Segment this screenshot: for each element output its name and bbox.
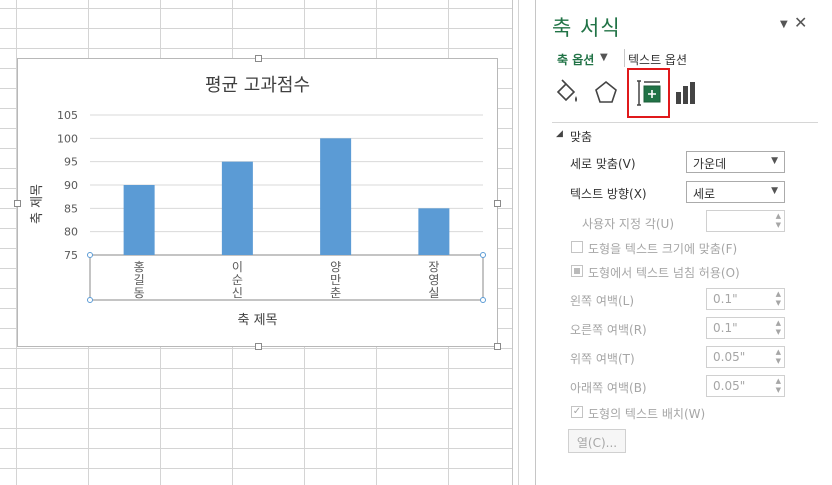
collapse-triangle-icon[interactable]: ◢ [556, 129, 563, 139]
allow-overflow-label: 도형에서 텍스트 넘침 허용(O) [588, 266, 740, 280]
columns-button[interactable]: 열(C)... [568, 429, 626, 453]
effects-pentagon-icon[interactable] [591, 78, 621, 108]
chevron-down-icon: ▼ [771, 156, 778, 166]
left-margin-value: 0.1" [713, 292, 738, 306]
text-direction-select[interactable]: 세로 ▼ [686, 181, 785, 203]
axis-selection-handle [480, 252, 486, 258]
bar[interactable] [221, 161, 253, 255]
section-title-alignment[interactable]: 맞춤 [570, 128, 592, 145]
axis-selection-handle [87, 252, 93, 258]
spinner-arrows-icon[interactable]: ▲ ▼ [776, 319, 781, 337]
x-tick-label: 이순신 [232, 260, 243, 300]
right-margin-value: 0.1" [713, 321, 738, 335]
bar[interactable] [418, 208, 450, 255]
y-tick-label: 100 [57, 132, 78, 145]
pane-splitter[interactable] [512, 0, 536, 485]
custom-angle-input[interactable]: ▲ ▼ [706, 210, 785, 232]
left-margin-input[interactable]: 0.1" ▲ ▼ [706, 288, 785, 310]
section-divider [552, 122, 818, 123]
vertical-align-label: 세로 맞춤(V) [570, 157, 636, 171]
resize-shape-label: 도형을 텍스트 크기에 맞춤(F) [588, 242, 738, 256]
top-margin-input[interactable]: 0.05" ▲ ▼ [706, 346, 785, 368]
bottom-margin-label: 아래쪽 여백(B) [570, 381, 647, 395]
bar[interactable] [320, 138, 352, 255]
custom-angle-label: 사용자 지정 각(U) [582, 217, 675, 231]
fill-line-icon[interactable] [552, 78, 582, 108]
chevron-down-icon[interactable]: ▼ [600, 52, 608, 63]
category-axis-selection [89, 254, 484, 301]
y-tick-label: 95 [64, 156, 78, 169]
chart-area[interactable]: 평균 고과점수 축 제목 축 제목 75 80 85 90 95 100 105 홍 길 동 이 순 신… [14, 55, 501, 350]
spinner-arrows-icon[interactable]: ▲ ▼ [776, 377, 781, 395]
spinner-arrows-icon[interactable]: ▲ ▼ [776, 212, 781, 230]
tab-axis-options[interactable]: 축 옵션 [557, 51, 594, 68]
pane-title: 축 서식 [552, 16, 621, 40]
x-tick-label: 홍길동 [134, 260, 145, 300]
triangle-down-icon[interactable]: ▼ [780, 19, 788, 30]
vertical-align-select[interactable]: 가운데 ▼ [686, 151, 785, 173]
vertical-align-value: 가운데 [693, 157, 727, 171]
y-tick-label: 75 [64, 249, 78, 262]
format-axis-pane: 축 서식 ▼ ✕ 축 옵션 ▼ 텍스트 옵션 ◢ 맞춤 세로 맞춤(V) 가운데… [536, 0, 832, 485]
y-tick-label: 105 [57, 109, 78, 122]
plot-area[interactable]: 75 80 85 90 95 100 105 홍 길 동 이 순 신 양 만 춘 장 영 실 [18, 59, 499, 348]
y-tick-label: 85 [64, 202, 78, 215]
resize-shape-checkbox[interactable] [571, 241, 583, 253]
allow-overflow-checkbox[interactable] [571, 265, 583, 277]
right-margin-input[interactable]: 0.1" ▲ ▼ [706, 317, 785, 339]
x-tick-label: 장영실 [428, 260, 439, 300]
axis-selection-handle [480, 297, 486, 303]
spinner-arrows-icon[interactable]: ▲ ▼ [776, 348, 781, 366]
right-margin-label: 오른쪽 여백(R) [570, 323, 647, 337]
axis-options-icon[interactable] [671, 78, 701, 108]
y-tick-label: 80 [64, 226, 78, 239]
bottom-margin-input[interactable]: 0.05" ▲ ▼ [706, 375, 785, 397]
chevron-down-icon: ▼ [771, 186, 778, 196]
text-direction-value: 세로 [693, 187, 716, 201]
text-direction-label: 텍스트 방향(X) [570, 187, 647, 201]
left-margin-label: 왼쪽 여백(L) [570, 294, 635, 308]
x-tick-label: 양만춘 [330, 260, 341, 300]
spinner-arrows-icon[interactable]: ▲ ▼ [776, 290, 781, 308]
bar[interactable] [123, 185, 155, 255]
top-margin-label: 위쪽 여백(T) [570, 352, 635, 366]
wrap-text-checkbox[interactable]: ✓ [571, 406, 583, 418]
top-margin-value: 0.05" [713, 350, 746, 364]
y-tick-label: 90 [64, 179, 78, 192]
bottom-margin-value: 0.05" [713, 379, 746, 393]
wrap-text-label: 도형의 텍스트 배치(W) [588, 407, 706, 421]
axis-selection-handle [87, 297, 93, 303]
close-icon[interactable]: ✕ [794, 13, 807, 32]
tab-divider [624, 49, 625, 67]
tab-text-options[interactable]: 텍스트 옵션 [628, 51, 687, 68]
selected-category-highlight [627, 68, 670, 118]
